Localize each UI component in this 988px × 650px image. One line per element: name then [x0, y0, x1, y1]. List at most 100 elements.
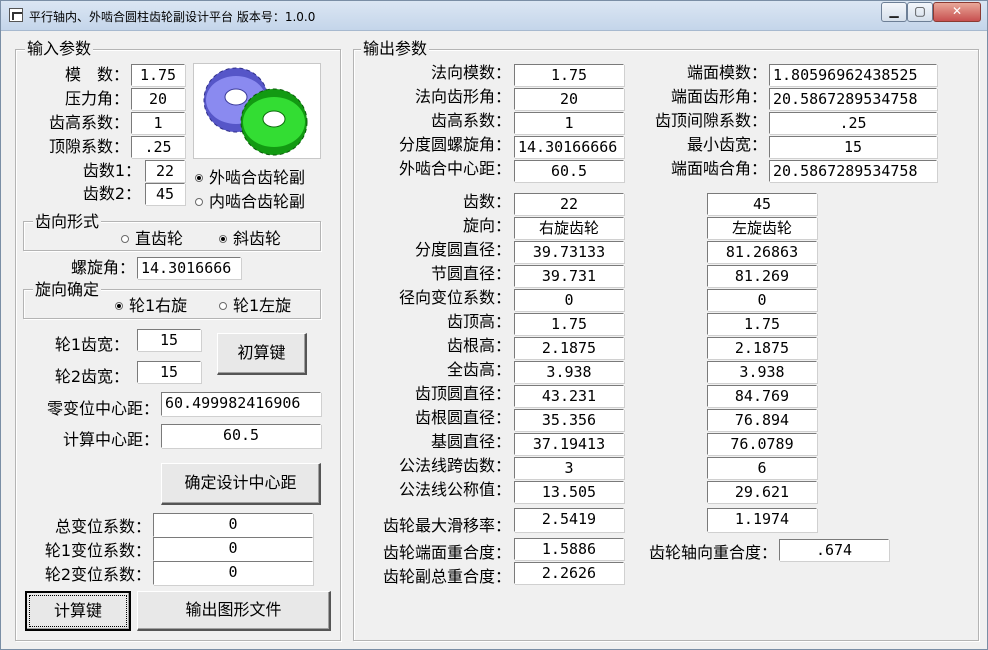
ext-center-label: 外啮合中心距： — [398, 159, 511, 178]
axial-contact-label: 齿轮轴向重合度： — [648, 543, 777, 562]
pressure-angle-input[interactable]: 20 — [131, 88, 185, 110]
external-mesh-label: 外啮合齿轮副 — [209, 168, 306, 187]
gear2-value: 6 — [707, 457, 817, 479]
helix-label: 分度圆螺旋角： — [398, 135, 511, 154]
shift2-label: 轮2变位系数： — [44, 565, 151, 584]
clearance-coef-label: 顶隙系数： — [48, 137, 129, 156]
max-slide-label: 齿轮最大滑移率： — [382, 516, 511, 535]
gear1-value: 43.231 — [514, 385, 624, 407]
normal-pressure-label: 法向齿形角： — [414, 87, 511, 106]
gear1-right-radio[interactable]: 轮1右旋 — [115, 296, 187, 316]
helical-label: 斜齿轮 — [233, 229, 282, 248]
normal-module-output: 1.75 — [514, 64, 624, 86]
out-addendum-coef-output: 1 — [514, 112, 624, 134]
helix-output: 14.30166666 — [514, 136, 624, 158]
gear1-left-label: 轮1左旋 — [233, 296, 292, 315]
gear2-value: 84.769 — [707, 385, 817, 407]
zero-shift-center-label: 零变位中心距： — [46, 399, 159, 418]
clearance-output: .25 — [769, 112, 937, 134]
out-addendum-coef-label: 齿高系数： — [430, 111, 511, 130]
gear-row-label: 齿根圆直径： — [414, 408, 511, 427]
min-width-label: 最小齿宽： — [686, 135, 767, 154]
radio-checked-icon — [115, 302, 123, 310]
main-window: 平行轴内、外啮合圆柱齿轮副设计平台 版本号：1.0.0 ▁ ▢ ✕ 输入参数 模… — [0, 0, 988, 650]
gear-row-label: 公法线跨齿数： — [398, 456, 511, 475]
confirm-center-button[interactable]: 确定设计中心距 — [161, 463, 321, 505]
gear1-value: 右旋齿轮 — [514, 217, 624, 239]
spur-radio[interactable]: 直齿轮 — [121, 229, 183, 249]
gear2-value: 29.621 — [707, 481, 817, 503]
ext-center-output: 60.5 — [514, 160, 624, 182]
gear1-value: 13.505 — [514, 481, 624, 503]
app-icon — [9, 8, 23, 22]
addendum-coef-label: 齿高系数： — [48, 113, 129, 132]
teeth2-input[interactable]: 45 — [145, 183, 185, 205]
shift2-input[interactable]: 0 — [153, 561, 313, 585]
width1-label: 轮1齿宽： — [54, 335, 129, 354]
gear-row-label: 全齿高： — [446, 360, 511, 379]
helical-radio[interactable]: 斜齿轮 — [219, 229, 281, 249]
width2-input[interactable]: 15 — [137, 361, 201, 383]
max-slide1-output: 2.5419 — [514, 508, 624, 532]
transverse-contact-output: 1.5886 — [514, 538, 624, 560]
gear1-value: 35.356 — [514, 409, 624, 431]
internal-mesh-radio[interactable]: 内啮合齿轮副 — [195, 192, 305, 212]
gear1-value: 22 — [514, 193, 624, 215]
radio-checked-icon — [219, 235, 227, 243]
transverse-pressure-output: 20.5867289534758 — [769, 88, 937, 110]
clearance-coef-input[interactable]: .25 — [131, 136, 185, 158]
gear-row-label: 齿顶圆直径： — [414, 384, 511, 403]
radio-unchecked-icon — [121, 235, 129, 243]
gear2-value: 81.269 — [707, 265, 817, 287]
tooth-form-legend: 齿向形式 — [33, 212, 102, 231]
transverse-mesh-output: 20.5867289534758 — [769, 160, 937, 182]
title-bar: 平行轴内、外啮合圆柱齿轮副设计平台 版本号：1.0.0 ▁ ▢ ✕ — [1, 1, 987, 31]
min-width-output: 15 — [769, 136, 937, 158]
gear1-value: 39.73133 — [514, 241, 624, 263]
pressure-angle-label: 压力角： — [64, 89, 129, 108]
gear-row-label: 基圆直径： — [430, 432, 511, 451]
total-contact-output: 2.2626 — [514, 562, 624, 584]
external-mesh-radio[interactable]: 外啮合齿轮副 — [195, 168, 305, 188]
gear-row-label: 节圆直径： — [430, 264, 511, 283]
radio-unchecked-icon — [195, 198, 203, 206]
module-input[interactable]: 1.75 — [131, 64, 185, 86]
total-shift-label: 总变位系数： — [54, 517, 151, 536]
window-title: 平行轴内、外啮合圆柱齿轮副设计平台 版本号：1.0.0 — [29, 10, 316, 24]
gear1-value: 3.938 — [514, 361, 624, 383]
internal-mesh-label: 内啮合齿轮副 — [209, 192, 306, 211]
export-graphics-button[interactable]: 输出图形文件 — [137, 591, 331, 631]
addendum-coef-input[interactable]: 1 — [131, 112, 185, 134]
gear1-value: 0 — [514, 289, 624, 311]
helix-angle-input[interactable]: 14.3016666 — [137, 257, 241, 279]
radio-unchecked-icon — [219, 302, 227, 310]
teeth1-label: 齿数1： — [82, 161, 141, 180]
gear2-value: 2.1875 — [707, 337, 817, 359]
close-button[interactable]: ✕ — [933, 2, 981, 22]
transverse-mesh-label: 端面啮合角： — [670, 159, 767, 178]
gear-row-label: 旋向： — [462, 216, 511, 235]
gear1-right-label: 轮1右旋 — [129, 296, 188, 315]
minimize-button[interactable]: ▁ — [881, 2, 907, 22]
helix-angle-label: 螺旋角： — [70, 258, 135, 277]
zero-shift-center-input[interactable]: 60.499982416906 — [161, 392, 321, 416]
gears-image — [193, 63, 321, 159]
gear2-value: 76.894 — [707, 409, 817, 431]
preliminary-button[interactable]: 初算键 — [217, 333, 307, 375]
transverse-module-output: 1.80596962438525 — [769, 64, 937, 86]
maximize-button[interactable]: ▢ — [907, 2, 933, 22]
gear-row-label: 齿顶高： — [446, 312, 511, 331]
teeth1-input[interactable]: 22 — [145, 160, 185, 182]
gear-row-label: 径向变位系数： — [398, 288, 511, 307]
calc-center-input[interactable]: 60.5 — [161, 424, 321, 448]
width1-input[interactable]: 15 — [137, 329, 201, 351]
shift1-input[interactable]: 0 — [153, 537, 313, 561]
gear2-value: 3.938 — [707, 361, 817, 383]
normal-module-label: 法向模数： — [430, 63, 511, 82]
calculate-button[interactable]: 计算键 — [25, 591, 131, 631]
gear2-value: 1.75 — [707, 313, 817, 335]
gear1-left-radio[interactable]: 轮1左旋 — [219, 296, 291, 316]
gear1-value: 3 — [514, 457, 624, 479]
total-shift-input[interactable]: 0 — [153, 513, 313, 537]
normal-pressure-output: 20 — [514, 88, 624, 110]
